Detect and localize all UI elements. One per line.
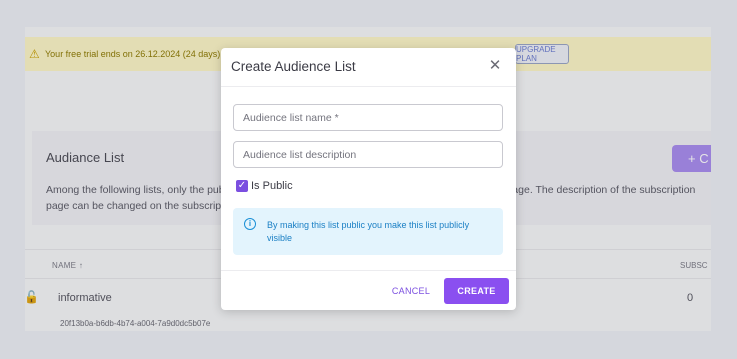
dialog-footer: CANCEL CREATE [221,270,516,310]
is-public-checkbox-row[interactable]: ✓ Is Public [236,180,293,192]
is-public-checkbox[interactable]: ✓ [236,180,248,192]
audience-list-description-input[interactable] [233,141,503,168]
close-icon[interactable]: ✕ [487,58,503,74]
info-icon: i [244,218,256,230]
cancel-button[interactable]: CANCEL [388,279,434,303]
is-public-label[interactable]: Is Public [251,180,293,192]
info-alert: i By making this list public you make th… [233,208,503,255]
dialog-title: Create Audience List [231,59,356,74]
audience-list-name-input[interactable] [233,104,503,131]
dialog-header: Create Audience List ✕ [221,48,516,87]
info-text: By making this list public you make this… [267,220,470,243]
create-audience-list-dialog: Create Audience List ✕ ✓ Is Public i By … [221,48,516,310]
create-button[interactable]: CREATE [444,278,509,304]
